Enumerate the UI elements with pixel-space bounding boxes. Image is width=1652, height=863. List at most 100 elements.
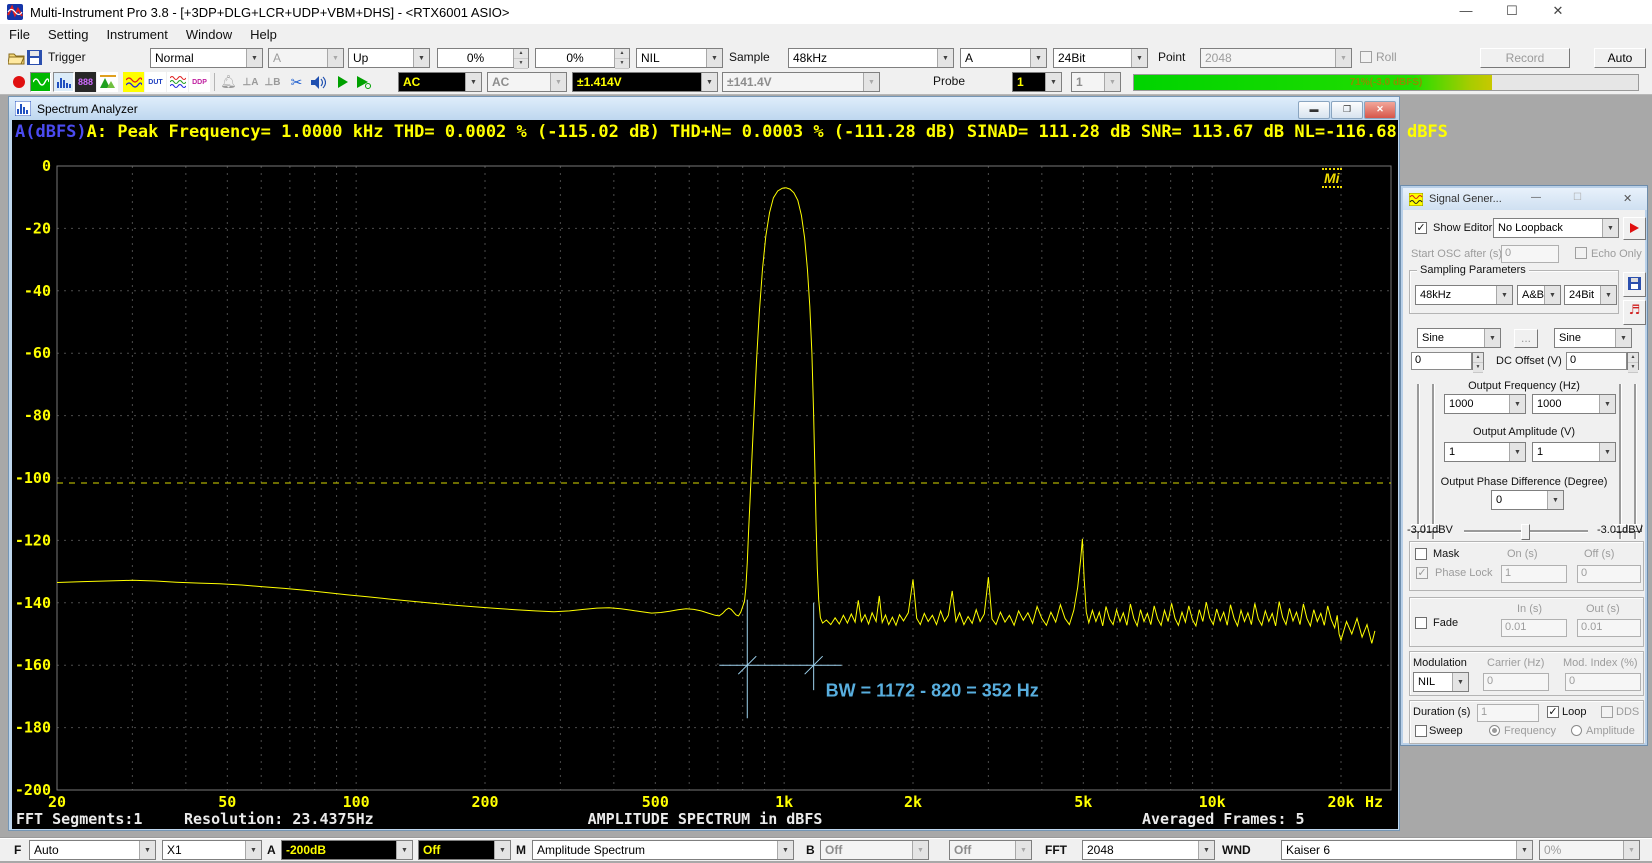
dc-offset-a-input[interactable]: 0 [1411, 352, 1472, 370]
trigger-label: Trigger [48, 50, 86, 64]
waterfall-icon[interactable] [167, 72, 188, 92]
data-logger-icon[interactable] [123, 72, 144, 92]
freq-a-select[interactable]: 1000▼ [1444, 394, 1526, 414]
menu-item-help[interactable]: Help [241, 24, 286, 45]
open-file-icon[interactable] [8, 50, 25, 65]
app-icon [7, 4, 23, 20]
input-level-meter: 71%(-3.0 dBFS) [1133, 74, 1639, 91]
freq-b-select[interactable]: 1000▼ [1532, 394, 1616, 414]
spectrum-window-titlebar[interactable]: Spectrum Analyzer ▬ ❐ ✕ [9, 97, 1399, 120]
record-hold-icon[interactable] [8, 72, 29, 92]
device-test-plan-icon[interactable]: DUT [145, 72, 166, 92]
sweep-checkbox[interactable] [1415, 725, 1427, 737]
chevron-down-icon: ▼ [1452, 673, 1468, 691]
signal-generator-titlebar[interactable]: Signal Gener... — ☐ ✕ [1403, 188, 1647, 210]
a-range-select[interactable]: -200dB▼ [281, 840, 413, 860]
dc-offset-b-input[interactable]: 0 [1566, 352, 1627, 370]
m-label: M [516, 843, 526, 857]
menu-item-file[interactable]: File [0, 24, 39, 45]
dc-offset-b-spin[interactable]: ▲▼ [1627, 352, 1639, 370]
sample-rate-select[interactable]: 48kHz▼ [788, 48, 954, 68]
save-waveform-button[interactable] [1623, 272, 1646, 297]
coupling-a-select[interactable]: AC▼ [398, 72, 482, 92]
spin-buttons[interactable]: ▲▼ [614, 49, 629, 67]
modulation-select[interactable]: NIL▼ [1413, 672, 1469, 692]
loopback-select[interactable]: No Loopback▼ [1493, 218, 1619, 238]
phase-lock-checkbox: ✓ [1416, 567, 1428, 579]
x-tick-label: 10k [1199, 793, 1226, 811]
siggen-channels-select[interactable]: A&B▼ [1517, 285, 1561, 305]
sample-channel-select[interactable]: A▼ [960, 48, 1047, 68]
spectrum-restore-button[interactable]: ❐ [1331, 101, 1363, 119]
spectrum-plot-svg[interactable]: 0-20-40-60-80-100-120-140-160-180-200205… [12, 120, 1398, 829]
wave-a-select[interactable]: Sine▼ [1417, 328, 1501, 348]
mode-select[interactable]: Amplitude Spectrum▼ [532, 840, 794, 860]
spectrum-client-area[interactable]: A(dBFS)A: Peak Frequency= 1.0000 kHz THD… [12, 120, 1398, 829]
ddp-viewer-icon[interactable]: DDP [189, 72, 210, 92]
duration-input: 1 [1477, 704, 1539, 722]
level-slider-a1[interactable] [1411, 384, 1424, 539]
chevron-down-icon: ▼ [1131, 49, 1147, 67]
spin-buttons[interactable]: ▲▼ [513, 49, 528, 67]
level-slider-b2[interactable] [1628, 384, 1641, 539]
freq-range-select[interactable]: Auto▼ [29, 840, 156, 860]
amp-b-select[interactable]: 1▼ [1532, 442, 1616, 462]
app-root: { "titlebar": {"title": "Multi-Instrumen… [0, 0, 1652, 863]
save-icon[interactable] [27, 50, 42, 65]
balance-slider-thumb[interactable] [1521, 524, 1530, 540]
amp-a-select[interactable]: 1▼ [1444, 442, 1526, 462]
wave-editor-button[interactable]: ... [1514, 329, 1538, 348]
close-button[interactable]: ✕ [1544, 3, 1572, 19]
multimeter-icon[interactable]: 888 [75, 72, 96, 92]
show-editor-checkbox[interactable]: ✓ [1415, 222, 1427, 234]
a-ref-select[interactable]: Off▼ [418, 840, 511, 860]
roll-checkbox [1360, 51, 1372, 63]
spectrum-3d-plot-icon[interactable] [97, 72, 118, 92]
trigger-delay-spinner[interactable]: 0%▲▼ [535, 48, 630, 68]
reference-b-icon: ⊥B [262, 72, 283, 92]
x-tick-label: 50 [218, 793, 236, 811]
menu-item-setting[interactable]: Setting [39, 24, 97, 45]
trigger-edge-select[interactable]: Up▼ [348, 48, 430, 68]
siggen-bits-select[interactable]: 24Bit▼ [1564, 285, 1617, 305]
zoom-select[interactable]: X1▼ [162, 840, 262, 860]
level-slider-b1[interactable] [1613, 384, 1626, 539]
fft-size-select[interactable]: 2048▼ [1082, 840, 1215, 860]
maximize-button[interactable]: ☐ [1498, 3, 1526, 19]
range-a-select[interactable]: ±1.414V▼ [572, 72, 718, 92]
music-note-button[interactable]: ♬ [1623, 300, 1646, 325]
wave-b-select[interactable]: Sine▼ [1554, 328, 1632, 348]
phase-select[interactable]: 0▼ [1491, 490, 1564, 510]
siggen-minimize-button[interactable]: — [1531, 192, 1541, 203]
menu-item-window[interactable]: Window [177, 24, 241, 45]
trigger-level-spinner[interactable]: 0%▲▼ [437, 48, 529, 68]
auto-button[interactable]: Auto [1594, 48, 1646, 68]
y-tick-label: -200 [15, 781, 51, 799]
oscilloscope-icon[interactable] [30, 72, 51, 92]
sample-bits-select[interactable]: 24Bit▼ [1053, 48, 1148, 68]
loop-checkbox[interactable]: ✓ [1547, 706, 1559, 718]
speaker-icon[interactable] [308, 72, 329, 92]
menu-item-instrument[interactable]: Instrument [97, 24, 176, 45]
minimize-button[interactable]: — [1452, 3, 1480, 18]
mask-checkbox[interactable] [1415, 548, 1427, 560]
carrier-label: Carrier (Hz) [1487, 657, 1544, 669]
run-loop-icon[interactable] [354, 72, 375, 92]
spectrum-close-button[interactable]: ✕ [1364, 101, 1396, 119]
probe-a-select[interactable]: 1▼ [1012, 72, 1062, 92]
window-function-select[interactable]: Kaiser 6▼ [1281, 840, 1533, 860]
trigger-mode-select[interactable]: Normal▼ [150, 48, 263, 68]
fade-checkbox[interactable] [1415, 617, 1427, 629]
siggen-close-button[interactable]: ✕ [1623, 192, 1632, 205]
level-slider-a2[interactable] [1426, 384, 1439, 539]
siggen-run-button[interactable] [1623, 217, 1646, 240]
dc-offset-a-spin[interactable]: ▲▼ [1472, 352, 1484, 370]
mask-off-input: 0 [1577, 565, 1641, 583]
probe-calibration-icon[interactable]: ✂ [286, 72, 307, 92]
start-osc-label: Start OSC after (s) [1411, 248, 1502, 260]
run-icon[interactable] [332, 72, 353, 92]
spectrum-analyzer-icon[interactable] [53, 72, 74, 92]
siggen-rate-select[interactable]: 48kHz▼ [1415, 285, 1513, 305]
trigger-hpf-select[interactable]: NIL▼ [636, 48, 723, 68]
spectrum-minimize-button[interactable]: ▬ [1298, 101, 1330, 119]
